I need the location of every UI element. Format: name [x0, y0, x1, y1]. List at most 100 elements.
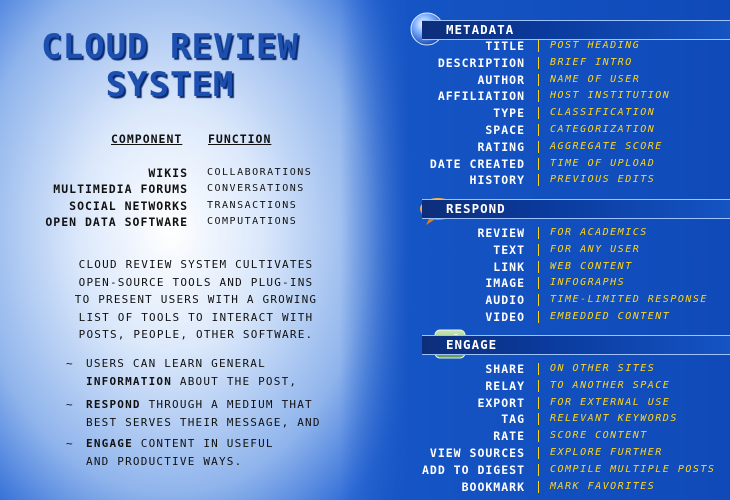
paragraph-line: OPEN-SOURCE TOOLS AND PLUG-INS — [78, 275, 314, 289]
field-divider — [538, 243, 539, 256]
field-divider — [538, 277, 539, 290]
field-divider — [538, 124, 539, 136]
section-header-respond: RESPOND — [422, 199, 730, 219]
field-row: AUTHOR NAME OF USER — [340, 71, 730, 88]
field-value: HOST INSTITUTION — [550, 90, 671, 102]
component-row: WIKIS COLLABORATIONS — [0, 166, 320, 183]
bullet-line: BEST SERVES THEIR MESSAGE, AND — [86, 414, 356, 432]
field-value: POST HEADING — [550, 40, 641, 51]
field-value: EMBEDDED CONTENT — [550, 311, 671, 322]
field-divider — [538, 107, 539, 120]
field-divider — [538, 413, 539, 426]
field-divider — [538, 140, 539, 153]
bullet-emphasis: RESPOND — [86, 398, 141, 411]
field-value: CLASSIFICATION — [550, 107, 656, 119]
bullet-marker: ~ — [66, 357, 74, 370]
field-row: LINK WEB CONTENT — [340, 258, 730, 275]
field-key: SHARE — [485, 362, 525, 376]
field-value: NAME OF USER — [550, 73, 641, 85]
field-key: LINK — [493, 259, 525, 274]
field-key: DATE CREATED — [429, 156, 525, 171]
bullet-line: ENGAGE CONTENT IN USEFUL — [86, 435, 356, 453]
field-divider — [538, 379, 539, 392]
field-divider — [538, 73, 539, 86]
field-row: DESCRIPTION BRIEF INTRO — [340, 54, 730, 71]
field-value: ON OTHER SITES — [550, 363, 656, 374]
field-key: AUTHOR — [477, 72, 525, 87]
description-paragraph: CLOUD REVIEW SYSTEM CULTIVATES OPEN-SOUR… — [56, 256, 336, 344]
field-value: TIME-LIMITED RESPONSE — [550, 294, 708, 306]
field-divider — [538, 311, 539, 323]
field-key: VIDEO — [485, 310, 525, 324]
component-name: OPEN DATA SOFTWARE — [45, 215, 188, 229]
bullet-line: INFORMATION ABOUT THE POST, — [86, 373, 356, 391]
field-row: SPACE CATEGORIZATION — [340, 121, 730, 138]
component-name: MULTIMEDIA FORUMS — [53, 182, 188, 196]
bullet-segment: BEST SERVES THEIR MESSAGE, AND — [86, 415, 321, 429]
bullet-segment: THROUGH A MEDIUM THAT — [140, 398, 313, 411]
field-divider — [538, 56, 539, 69]
field-divider — [538, 40, 539, 52]
field-key: TEXT — [493, 242, 525, 257]
bullet-text: RESPOND THROUGH A MEDIUM THAT BEST SERVES… — [86, 396, 356, 431]
field-key: VIEW SOURCES — [429, 446, 525, 460]
field-row: AUDIO TIME-LIMITED RESPONSE — [340, 291, 730, 308]
field-key: ADD TO DIGEST — [421, 462, 525, 477]
field-row: DATE CREATED TIME OF UPLOAD — [340, 155, 730, 172]
field-key: HISTORY — [469, 173, 525, 188]
bullet-segment: USERS CAN LEARN GENERAL — [86, 357, 266, 370]
field-value: FOR ACADEMICS — [550, 227, 648, 238]
field-value: COMPILE MULTIPLE POSTS — [550, 463, 716, 475]
field-divider — [538, 174, 539, 187]
field-key: TITLE — [485, 39, 525, 53]
component-row: MULTIMEDIA FORUMS CONVERSATIONS — [0, 182, 320, 199]
bullet-segment: ABOUT THE POST, — [172, 374, 298, 388]
field-value: MARK FAVORITES — [550, 480, 656, 492]
field-value: TO ANOTHER SPACE — [550, 379, 671, 391]
field-key: AFFILIATION — [437, 89, 525, 104]
component-function: COMPUTATIONS — [207, 216, 298, 227]
field-value: RELEVANT KEYWORDS — [550, 413, 678, 425]
field-key: SPACE — [485, 123, 525, 137]
bullet-marker: ~ — [66, 398, 74, 411]
field-divider — [538, 363, 539, 375]
component-row: OPEN DATA SOFTWARE COMPUTATIONS — [0, 215, 320, 232]
field-row: TITLE POST HEADING — [340, 37, 730, 54]
field-row: TEXT FOR ANY USER — [340, 241, 730, 258]
field-value: TIME OF UPLOAD — [550, 157, 656, 169]
field-row: RATE SCORE CONTENT — [340, 427, 730, 444]
bullet-emphasis: INFORMATION — [86, 374, 173, 388]
field-divider — [538, 430, 539, 443]
page-title: CLOUD REVIEW SYSTEM — [20, 28, 320, 104]
field-key: EXPORT — [477, 395, 525, 410]
field-row: RELAY TO ANOTHER SPACE — [340, 377, 730, 394]
field-row: TAG RELEVANT KEYWORDS — [340, 410, 730, 427]
field-value: FOR EXTERNAL USE — [550, 396, 671, 408]
component-column-header: COMPONENT — [111, 132, 183, 146]
field-row: ADD TO DIGEST COMPILE MULTIPLE POSTS — [340, 461, 730, 478]
field-row: IMAGE INFOGRAPHS — [340, 274, 730, 291]
field-divider — [538, 463, 539, 476]
field-row: SHARE ON OTHER SITES — [340, 360, 730, 377]
title-line-1: CLOUD REVIEW — [41, 27, 299, 67]
field-divider — [538, 294, 539, 307]
field-divider — [538, 227, 539, 239]
paragraph-line: CLOUD REVIEW SYSTEM CULTIVATES — [78, 258, 314, 271]
field-divider — [538, 260, 539, 273]
bullet-segment: CONTENT IN USEFUL — [132, 437, 274, 450]
paragraph-line: TO PRESENT USERS WITH A GROWING — [74, 293, 318, 306]
title-line-2: SYSTEM — [105, 65, 235, 105]
component-function: COLLABORATIONS — [207, 167, 313, 178]
field-divider — [538, 157, 539, 170]
field-row: VIDEO EMBEDDED CONTENT — [340, 308, 730, 325]
field-key: AUDIO — [485, 293, 525, 308]
field-row: REVIEW FOR ACADEMICS — [340, 224, 730, 241]
field-key: BOOKMARK — [461, 479, 525, 494]
field-row: BOOKMARK MARK FAVORITES — [340, 478, 730, 495]
field-value: PREVIOUS EDITS — [550, 174, 656, 186]
component-function: TRANSACTIONS — [207, 200, 298, 211]
component-name: SOCIAL NETWORKS — [69, 199, 188, 213]
field-key: RELAY — [485, 378, 525, 393]
bullet-text: ENGAGE CONTENT IN USEFUL AND PRODUCTIVE W… — [86, 435, 356, 470]
section-header-engage: ENGAGE — [422, 335, 730, 355]
